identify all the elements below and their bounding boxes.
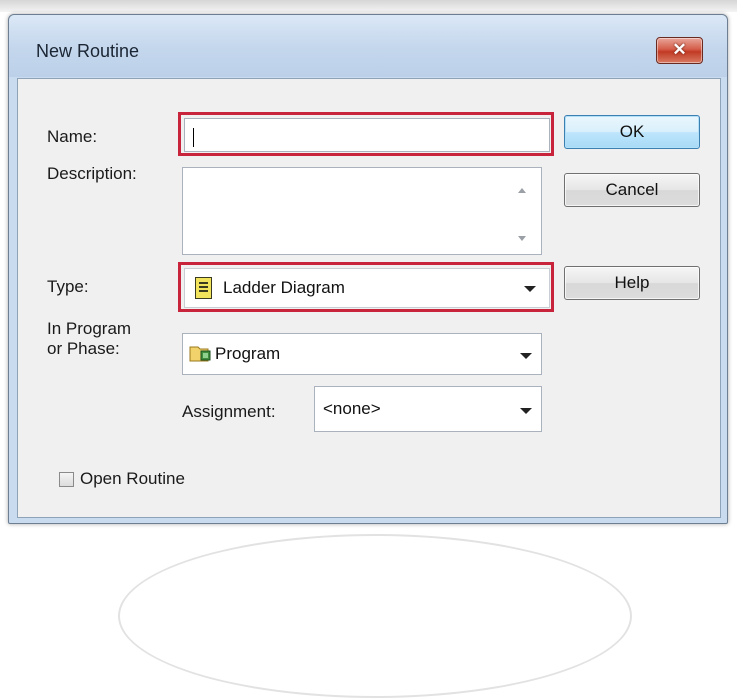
dialog-body: Name: Description: Type: Ladder Diagram … [17, 78, 721, 698]
assignment-label: Assignment: [182, 402, 276, 421]
scroll-up-icon[interactable] [518, 188, 526, 193]
name-input[interactable] [184, 118, 550, 152]
program-folder-icon [189, 346, 211, 362]
help-button[interactable]: Help [564, 266, 700, 300]
new-routine-dialog: New Routine ✕ Name: Description: Type: L… [8, 14, 728, 698]
type-select[interactable]: Ladder Diagram [184, 268, 550, 308]
description-label: Description: [47, 164, 137, 183]
text-caret [193, 128, 194, 147]
type-label: Type: [47, 277, 89, 296]
ok-button[interactable]: OK [564, 115, 700, 149]
description-input[interactable] [182, 167, 542, 255]
open-routine-label[interactable]: Open Routine [80, 469, 185, 489]
program-select[interactable]: Program [182, 333, 542, 375]
dialog-title: New Routine [36, 41, 140, 61]
close-icon: ✕ [672, 40, 687, 59]
chevron-down-icon[interactable] [520, 353, 532, 359]
program-label: In Program or Phase: [47, 319, 132, 358]
assignment-value: <none> [323, 399, 381, 418]
ladder-diagram-icon [195, 277, 212, 299]
close-button[interactable]: ✕ [656, 37, 703, 64]
program-value: Program [215, 344, 281, 363]
type-value: Ladder Diagram [223, 278, 345, 297]
chevron-down-icon[interactable] [520, 408, 532, 414]
title-bar: New Routine ✕ [9, 15, 727, 77]
page-edge [0, 0, 737, 12]
name-label: Name: [47, 127, 98, 146]
open-routine-checkbox[interactable] [59, 472, 74, 487]
cancel-button[interactable]: Cancel [564, 173, 700, 207]
assignment-select[interactable]: <none> [314, 386, 542, 432]
background-arc [118, 534, 632, 698]
chevron-down-icon[interactable] [524, 286, 536, 292]
scroll-down-icon[interactable] [518, 236, 526, 241]
